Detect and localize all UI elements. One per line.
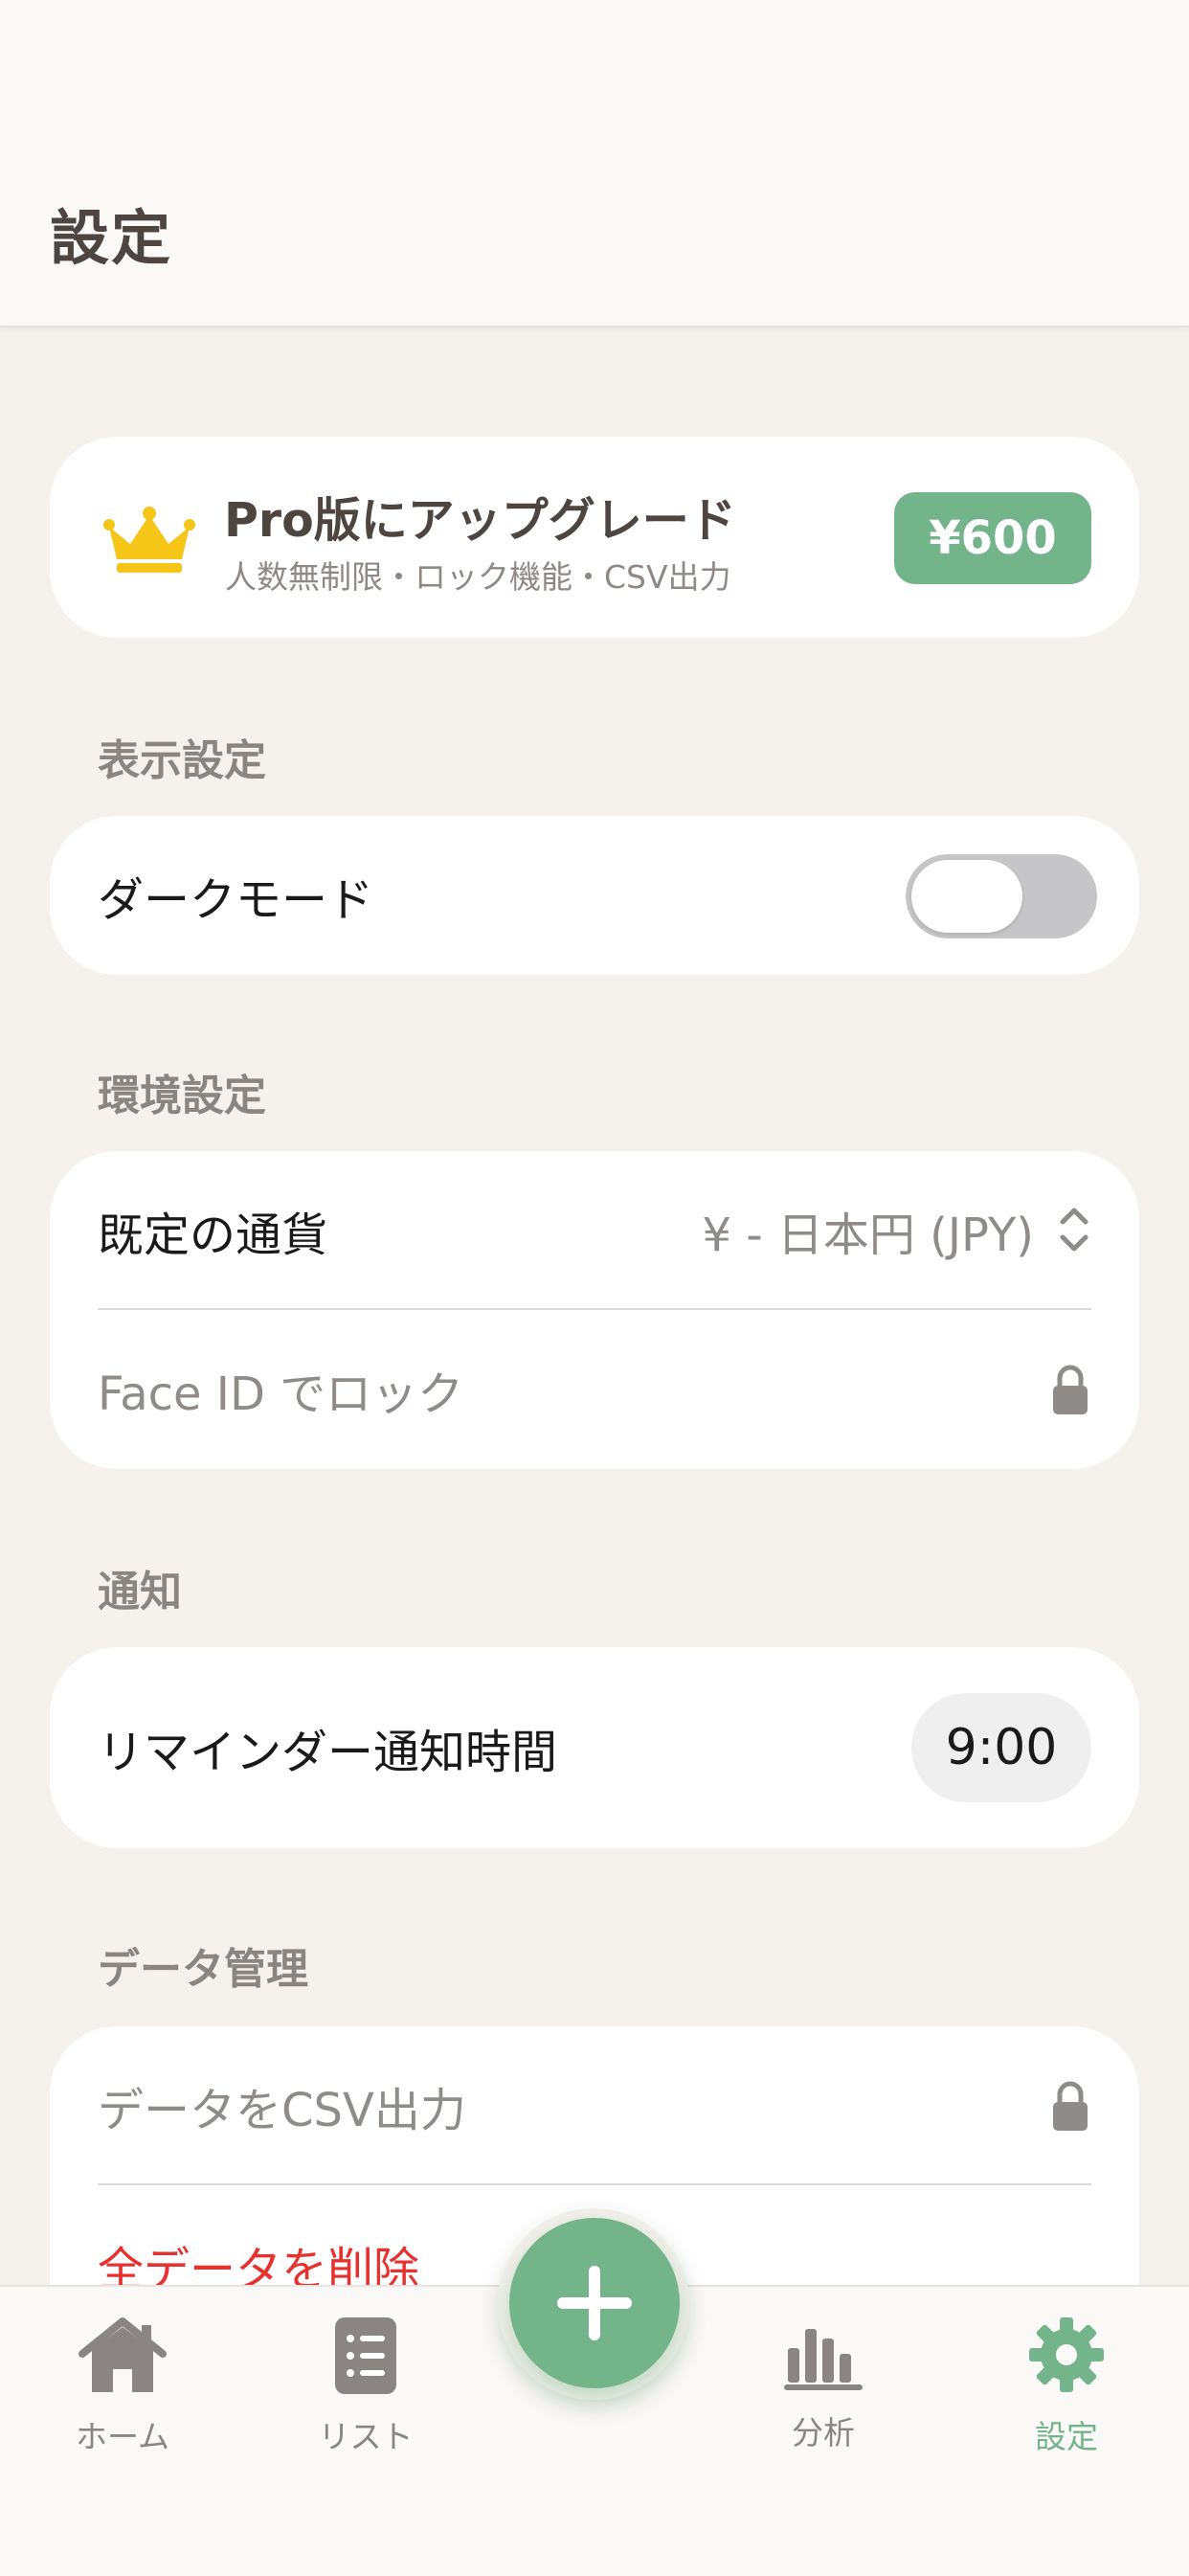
- section-header-display: 表示設定: [98, 736, 266, 785]
- plus-icon: [557, 2266, 632, 2340]
- pro-upgrade-subtitle: 人数無制限・ロック機能・CSV出力: [225, 558, 731, 596]
- tab-settings-label: 設定: [1035, 2418, 1098, 2455]
- currency-value[interactable]: ¥ - 日本円 (JPY): [703, 1197, 1034, 1264]
- list-icon: [335, 2317, 396, 2394]
- tab-analytics-label: 分析: [792, 2414, 855, 2452]
- crown-icon: [103, 507, 195, 573]
- section-header-notification: 通知: [98, 1568, 182, 1616]
- faceid-lock-row[interactable]: Face ID でロック: [50, 1310, 1139, 1469]
- currency-label: 既定の通貨: [98, 1209, 328, 1262]
- reminder-time-picker[interactable]: 9:00: [911, 1693, 1091, 1802]
- page-title: 設定: [50, 203, 173, 273]
- notification-card: リマインダー通知時間 9:00: [50, 1647, 1139, 1848]
- dark-mode-label: ダークモード: [98, 873, 374, 927]
- reminder-time-row: リマインダー通知時間 9:00: [50, 1647, 1139, 1848]
- bar-chart-icon: [784, 2329, 863, 2390]
- section-header-data: データ管理: [98, 1945, 308, 1994]
- csv-export-label: データをCSV出力: [98, 2084, 466, 2137]
- pro-upgrade-title: Pro版にアップグレード: [224, 493, 736, 548]
- dark-mode-toggle[interactable]: [906, 854, 1097, 938]
- add-button[interactable]: [509, 2218, 680, 2388]
- purchase-price-button[interactable]: ¥600: [894, 492, 1091, 584]
- currency-row[interactable]: 既定の通貨 ¥ - 日本円 (JPY): [50, 1151, 1139, 1310]
- tab-settings[interactable]: 設定: [990, 2316, 1143, 2469]
- dark-mode-row: ダークモード: [50, 816, 1139, 975]
- lock-icon: [1053, 2081, 1088, 2131]
- toggle-knob: [911, 860, 1022, 933]
- tab-analytics[interactable]: 分析: [747, 2316, 900, 2469]
- reminder-time-label: リマインダー通知時間: [98, 1726, 558, 1779]
- section-header-environment: 環境設定: [98, 1072, 266, 1120]
- top-bar: 設定: [0, 0, 1189, 328]
- csv-export-row[interactable]: データをCSV出力: [50, 2026, 1139, 2185]
- house-icon: [79, 2317, 167, 2392]
- tab-home[interactable]: ホーム: [46, 2316, 199, 2469]
- tab-list[interactable]: リスト: [289, 2316, 442, 2469]
- tab-home-label: ホーム: [75, 2418, 169, 2455]
- display-settings-card: ダークモード: [50, 816, 1139, 975]
- faceid-lock-label: Face ID でロック: [98, 1367, 464, 1421]
- gear-icon: [1029, 2317, 1104, 2392]
- environment-settings-card: 既定の通貨 ¥ - 日本円 (JPY) Face ID でロック: [50, 1151, 1139, 1469]
- lock-icon: [1053, 1365, 1088, 1414]
- pro-upgrade-card[interactable]: Pro版にアップグレード 人数無制限・ロック機能・CSV出力 ¥600: [50, 437, 1139, 638]
- tab-list-label: リスト: [318, 2418, 414, 2455]
- chevron-up-down-icon: [1060, 1208, 1088, 1252]
